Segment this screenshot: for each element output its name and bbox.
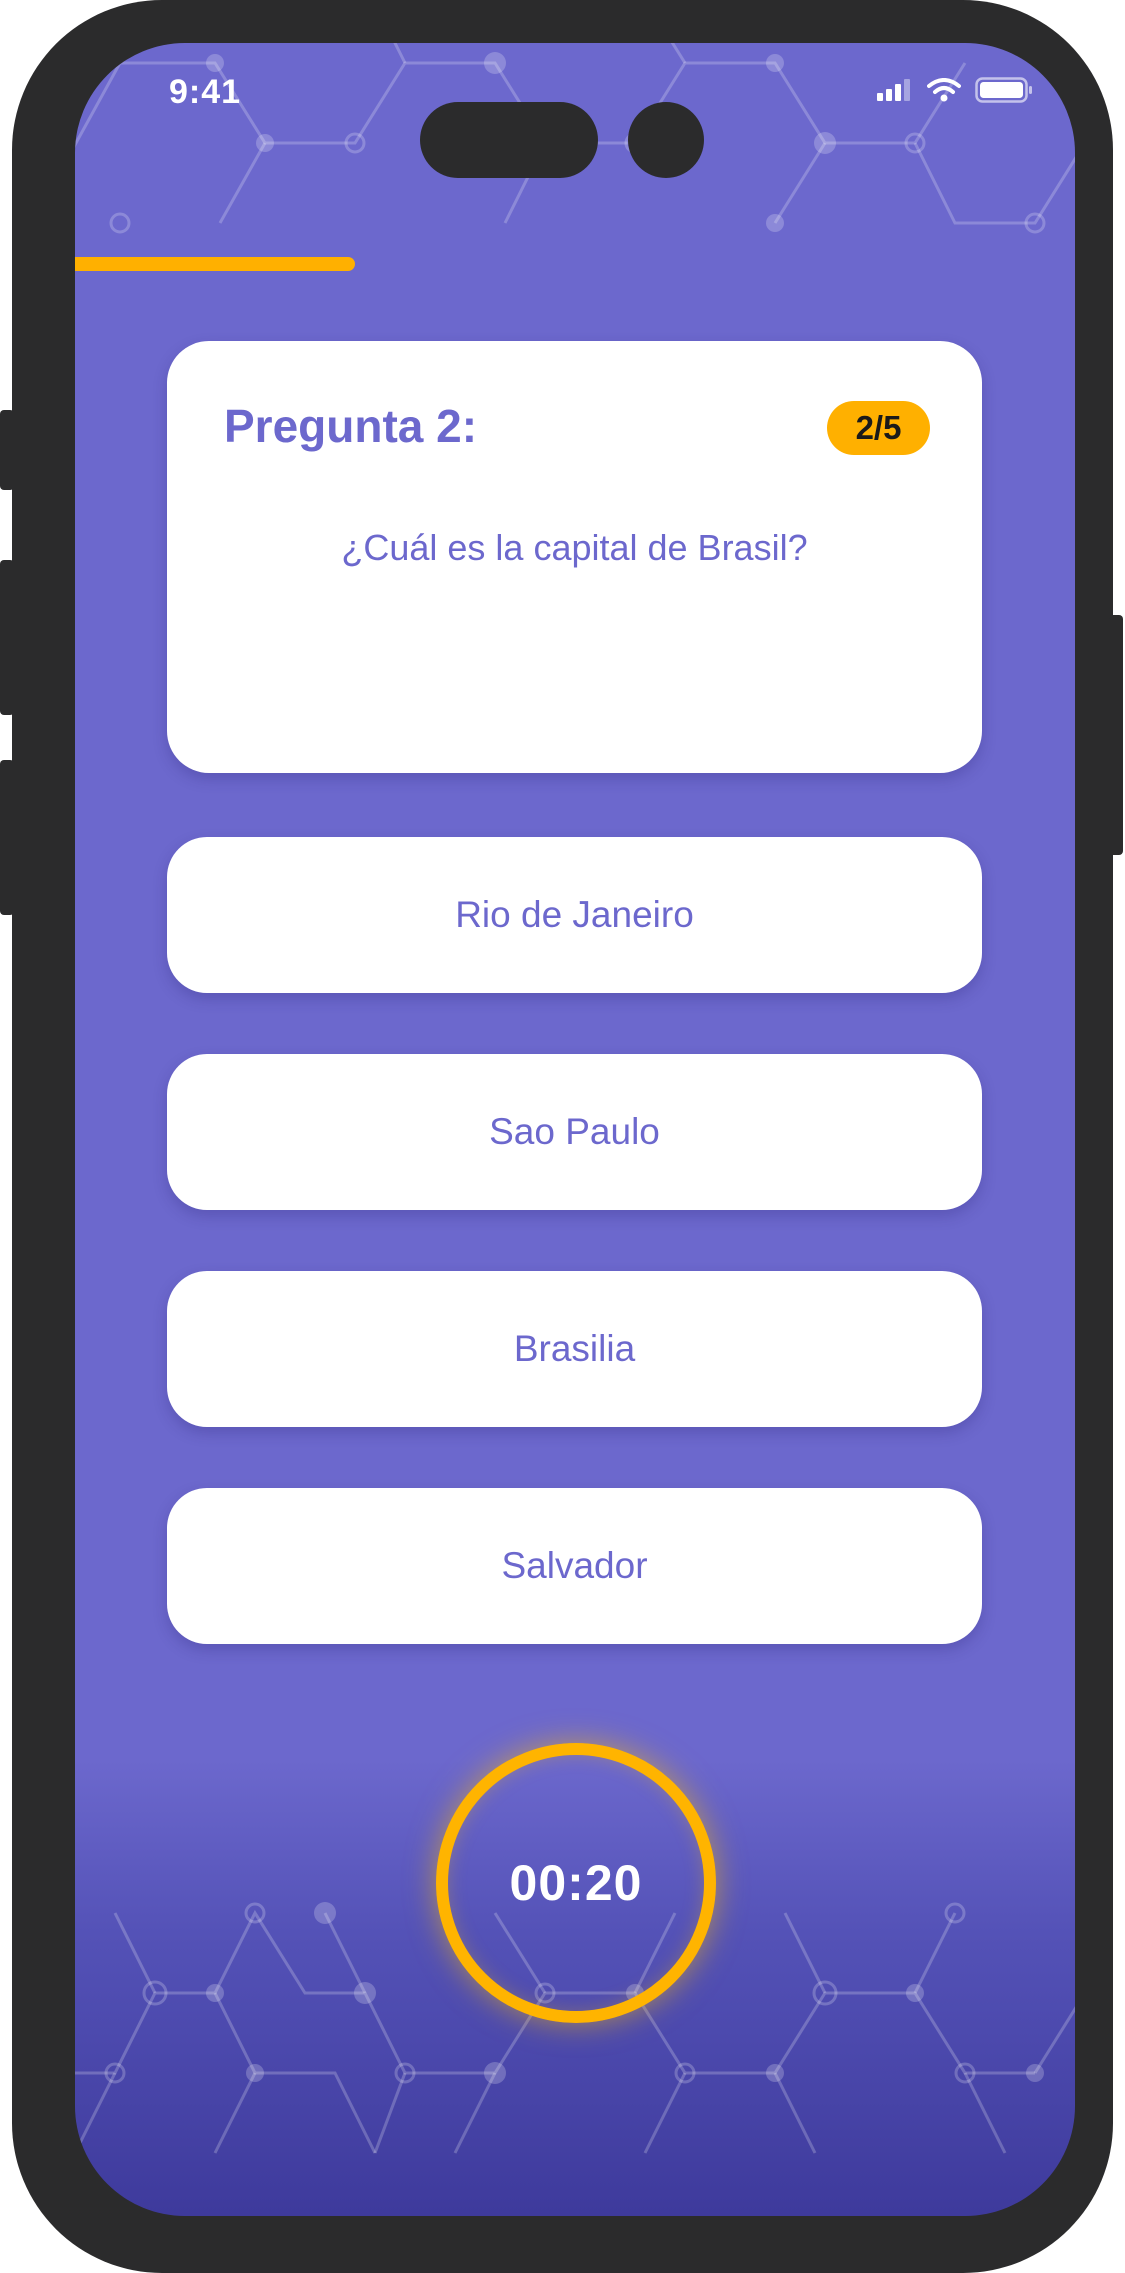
cellular-signal-icon bbox=[877, 79, 910, 101]
timer-label: 00:20 bbox=[509, 1855, 643, 1911]
status-time: 9:41 bbox=[169, 73, 242, 111]
battery-icon bbox=[975, 77, 1032, 103]
status-icons bbox=[877, 77, 1033, 103]
quiz-progress-fill bbox=[75, 257, 355, 271]
dynamic-island-pill bbox=[420, 102, 598, 178]
countdown-timer: 00:20 bbox=[436, 1743, 716, 2023]
answer-option[interactable]: Brasilia bbox=[167, 1271, 982, 1427]
volume-down-button bbox=[0, 760, 14, 915]
dynamic-island-camera bbox=[628, 102, 704, 178]
answer-option[interactable]: Rio de Janeiro bbox=[167, 837, 982, 993]
question-counter-badge: 2/5 bbox=[827, 401, 930, 455]
question-title: Pregunta 2: bbox=[224, 400, 478, 452]
volume-up-button bbox=[0, 560, 14, 715]
phone-frame: 9:41 Pregunta 2: 2/5 ¿Cuál es la capital… bbox=[0, 0, 1123, 2273]
quiz-progress-bar bbox=[75, 257, 1075, 271]
wifi-icon bbox=[927, 78, 961, 102]
silent-switch bbox=[0, 410, 14, 490]
answer-option[interactable]: Sao Paulo bbox=[167, 1054, 982, 1210]
question-text: ¿Cuál es la capital de Brasil? bbox=[341, 527, 808, 568]
question-card: Pregunta 2: 2/5 ¿Cuál es la capital de B… bbox=[167, 341, 982, 773]
answer-option[interactable]: Salvador bbox=[167, 1488, 982, 1644]
power-button bbox=[1109, 615, 1123, 855]
app-screen: 9:41 Pregunta 2: 2/5 ¿Cuál es la capital… bbox=[75, 43, 1075, 2216]
